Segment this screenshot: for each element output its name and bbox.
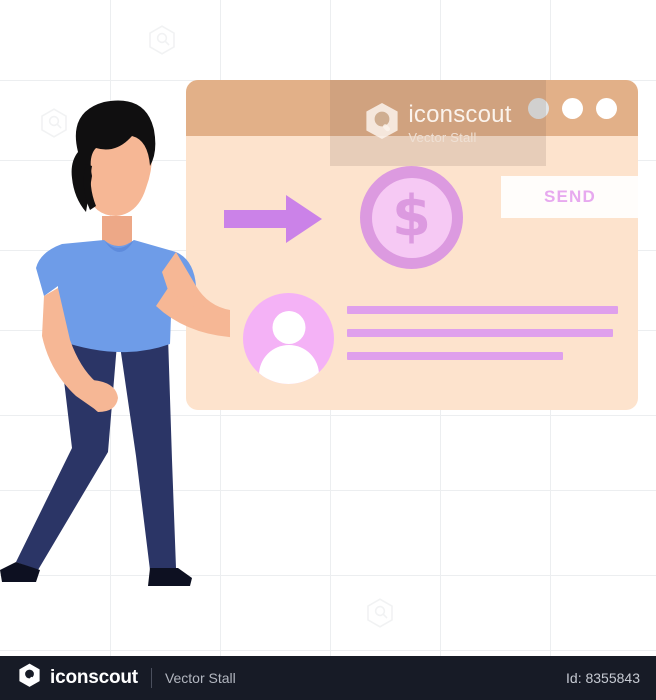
dollar-coin: $	[360, 166, 463, 269]
watermark-subtitle: Vector Stall	[408, 129, 477, 145]
iconscout-hexagon-logo-icon	[18, 663, 41, 693]
watermark-title: iconscout	[408, 100, 512, 128]
dollar-coin-inner: $	[371, 177, 452, 258]
attribution-footer: iconscout Vector Stall Id: 8355843	[0, 656, 656, 700]
detail-line-2	[347, 329, 613, 337]
brand-name: iconscout	[50, 667, 138, 688]
contributor-name: Vector Stall	[164, 670, 236, 686]
avatar-body	[258, 345, 319, 384]
money-transfer-window: $ SEND iconscout Vector Stall	[186, 80, 638, 410]
window-dot-2[interactable]	[562, 98, 583, 119]
hexagon-magnifier-watermark-icon	[148, 25, 176, 60]
asset-id-label: Id: 8355843	[566, 670, 640, 686]
detail-line-3	[347, 352, 563, 360]
man-pointing-illustration	[0, 100, 252, 595]
dollar-sign-icon: $	[392, 183, 431, 249]
hexagon-magnifier-watermark-icon	[366, 598, 394, 633]
illustration-canvas: $ SEND iconscout Vector Stall iconscout …	[0, 0, 656, 700]
send-button-label: SEND	[543, 187, 597, 206]
iconscout-watermark: iconscout Vector Stall	[330, 80, 546, 166]
iconscout-hexagon-logo-icon	[364, 102, 400, 145]
footer-divider	[150, 668, 152, 688]
grid-line-horizontal-7	[0, 650, 656, 651]
detail-line-1	[347, 306, 618, 314]
send-direction-arrow	[224, 195, 322, 248]
brand-block: iconscout Vector Stall	[18, 663, 236, 693]
window-dot-3[interactable]	[596, 98, 617, 119]
send-button[interactable]: SEND	[501, 176, 638, 218]
recipient-avatar	[243, 293, 334, 384]
avatar-head	[272, 311, 305, 344]
